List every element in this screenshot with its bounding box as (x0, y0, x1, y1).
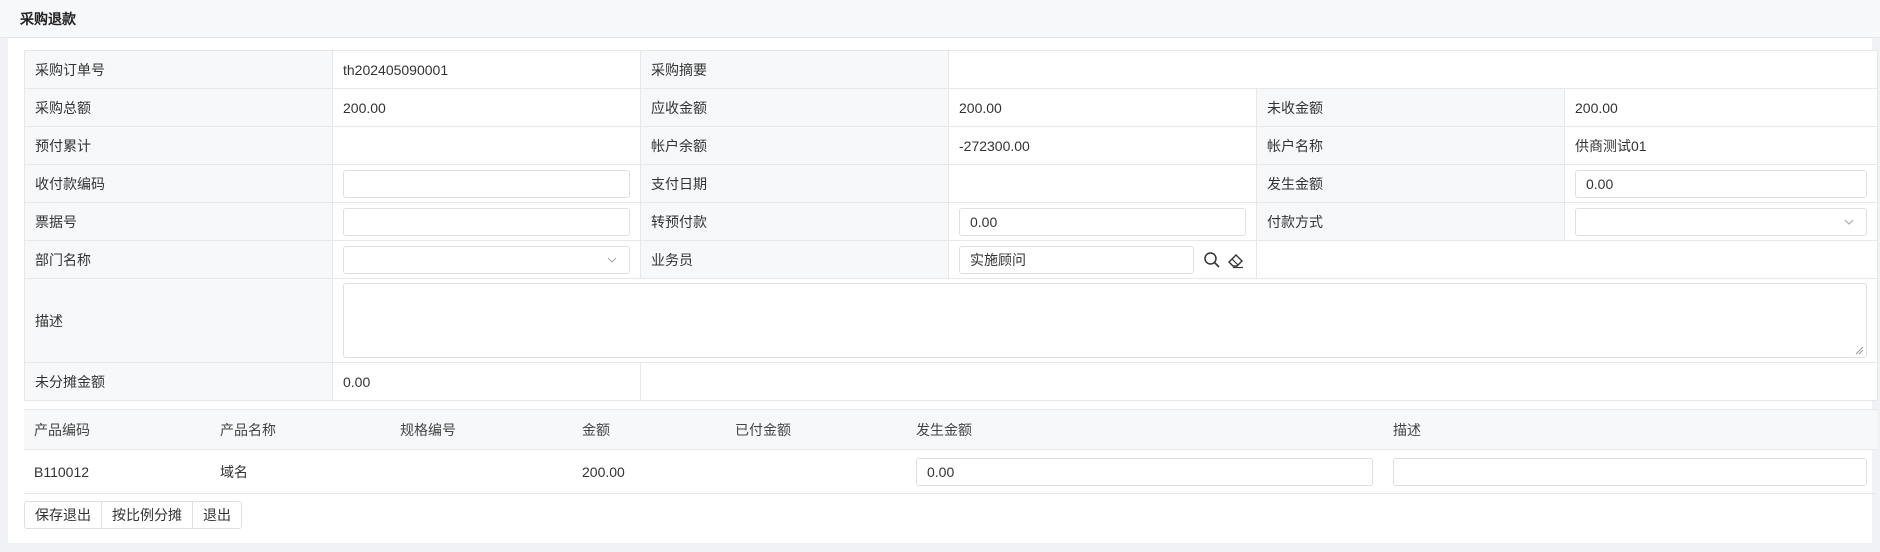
unallocated-label: 未分摊金额 (24, 362, 333, 401)
product-paid (725, 449, 906, 494)
save-exit-button[interactable]: 保存退出 (24, 501, 102, 529)
empty-cell (1256, 240, 1878, 279)
balance-value: -272300.00 (948, 126, 1257, 165)
balance-label: 帐户余额 (640, 126, 949, 165)
table-row: B110012 域名 200.00 (24, 449, 1877, 494)
desc-label: 描述 (24, 278, 333, 363)
col-header: 产品名称 (210, 409, 390, 450)
refund-form: 采购订单号 th202405090001 采购摘要 采购总额 200.00 应收… (24, 50, 1878, 401)
col-header: 已付金额 (725, 409, 906, 450)
desc-textarea[interactable] (343, 283, 1867, 358)
exit-button[interactable]: 退出 (192, 501, 242, 529)
payment-code-label: 收付款编码 (24, 164, 333, 203)
receivable-label: 应收金额 (640, 88, 949, 127)
allocate-button[interactable]: 按比例分摊 (101, 501, 193, 529)
pay-method-label: 付款方式 (1256, 202, 1565, 241)
receivable-value: 200.00 (948, 88, 1257, 127)
bill-no-label: 票据号 (24, 202, 333, 241)
order-no-label: 采购订单号 (24, 50, 333, 89)
product-spec (390, 449, 572, 494)
col-header: 描述 (1383, 409, 1877, 450)
account-label: 帐户名称 (1256, 126, 1565, 165)
col-header: 产品编码 (24, 409, 210, 450)
pay-date-label: 支付日期 (640, 164, 949, 203)
table-header-row: 产品编码 产品名称 规格编号 金额 已付金额 发生金额 描述 (24, 409, 1877, 450)
resize-grip-icon[interactable] (1854, 345, 1864, 355)
summary-value (948, 50, 1878, 89)
product-desc-input[interactable] (1393, 457, 1867, 486)
products-table: 产品编码 产品名称 规格编号 金额 已付金额 发生金额 描述 B110012 域… (24, 409, 1877, 494)
product-code: B110012 (24, 449, 210, 494)
unallocated-value: 0.00 (332, 362, 641, 401)
order-no-value: th202405090001 (332, 50, 641, 89)
dept-select[interactable] (343, 245, 630, 274)
total-value: 200.00 (332, 88, 641, 127)
col-header: 规格编号 (390, 409, 572, 450)
chevron-down-icon (1844, 219, 1854, 225)
total-label: 采购总额 (24, 88, 333, 127)
empty-cell (640, 362, 1878, 401)
uncollected-label: 未收金额 (1256, 88, 1565, 127)
staff-label: 业务员 (640, 240, 949, 279)
col-header: 发生金额 (906, 409, 1383, 450)
eraser-icon[interactable] (1226, 250, 1246, 270)
refund-panel: 采购订单号 th202405090001 采购摘要 采购总额 200.00 应收… (8, 38, 1878, 543)
page-title: 采购退款 (20, 10, 76, 27)
staff-picker (959, 245, 1246, 274)
page-header: 采购退款 (0, 0, 1880, 38)
bill-no-input[interactable] (343, 207, 630, 236)
transfer-prepay-label: 转预付款 (640, 202, 949, 241)
action-buttons: 保存退出 按比例分摊 退出 (24, 501, 242, 529)
staff-input[interactable] (959, 245, 1194, 274)
occur-amount-input[interactable] (916, 457, 1373, 486)
prepaid-label: 预付累计 (24, 126, 333, 165)
pay-date-value[interactable] (948, 164, 1257, 203)
col-header: 金额 (572, 409, 725, 450)
chevron-down-icon (607, 257, 617, 263)
prepaid-value (332, 126, 641, 165)
uncollected-value: 200.00 (1564, 88, 1878, 127)
product-name: 域名 (210, 449, 390, 494)
product-amount: 200.00 (572, 449, 725, 494)
transfer-prepay-input[interactable] (959, 207, 1246, 236)
search-icon[interactable] (1202, 250, 1222, 270)
pay-method-select[interactable] (1575, 207, 1867, 236)
payment-code-input[interactable] (343, 169, 630, 198)
account-value: 供商测试01 (1564, 126, 1878, 165)
dept-label: 部门名称 (24, 240, 333, 279)
amount-input[interactable] (1575, 169, 1867, 198)
summary-label: 采购摘要 (640, 50, 949, 89)
amount-label: 发生金额 (1256, 164, 1565, 203)
